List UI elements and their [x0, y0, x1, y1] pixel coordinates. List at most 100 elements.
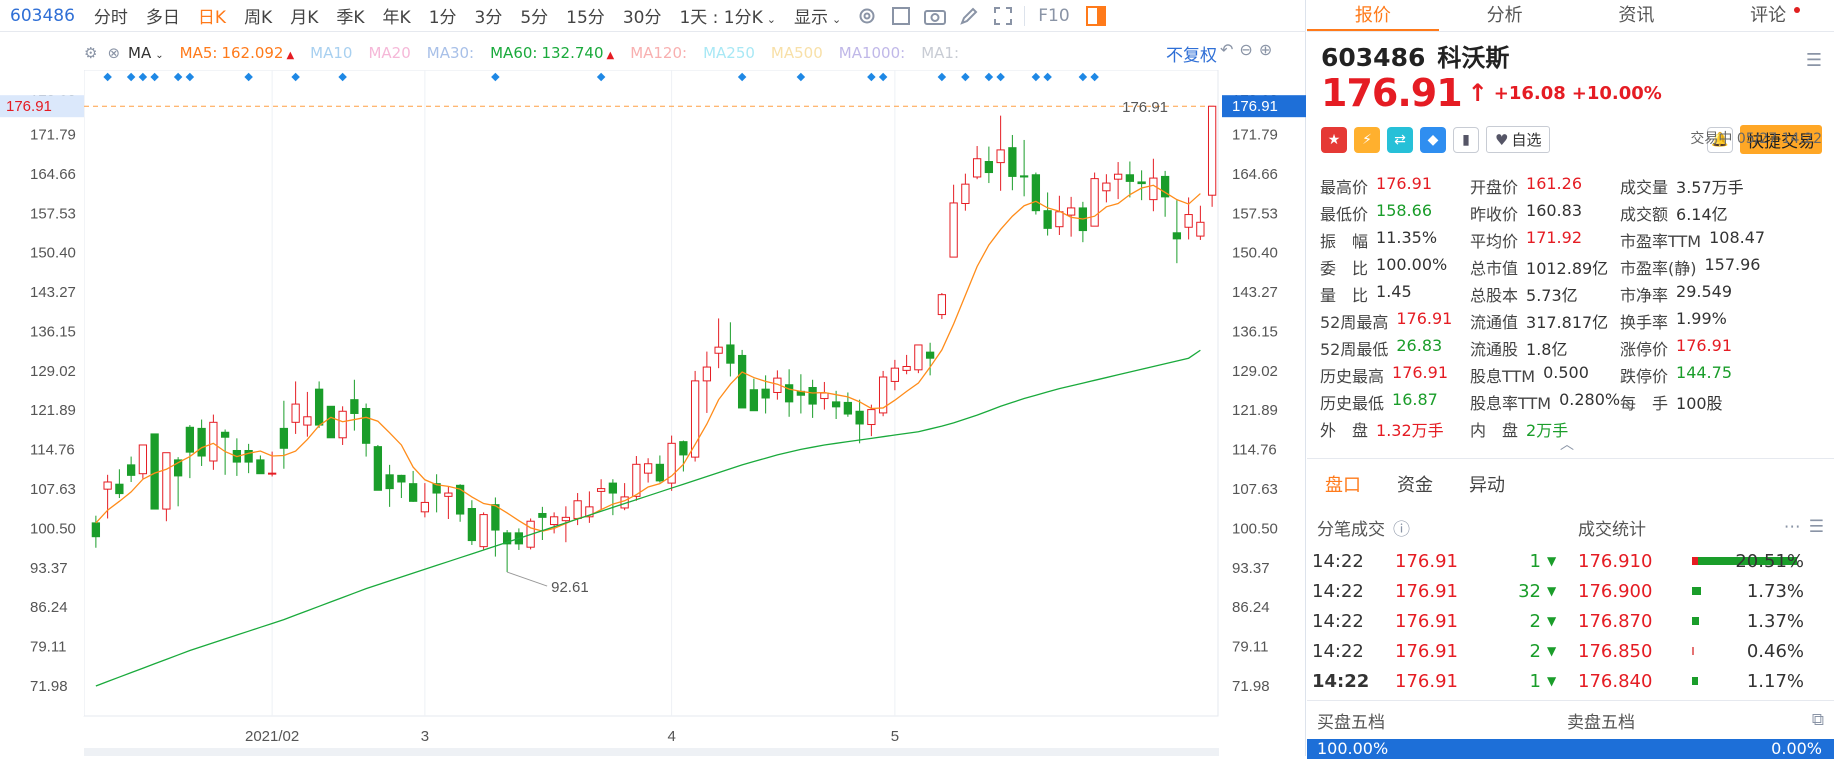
- event-marker[interactable]: [996, 72, 1005, 82]
- period-tab[interactable]: 15分: [557, 3, 614, 28]
- event-marker[interactable]: [1031, 72, 1041, 82]
- candle-body: [925, 351, 935, 359]
- period-tab[interactable]: 月K: [281, 3, 327, 28]
- event-marker[interactable]: [867, 72, 876, 82]
- period-tab[interactable]: 日K: [189, 3, 235, 28]
- section-tab[interactable]: 异动: [1451, 471, 1523, 497]
- watchlist-button[interactable]: ♥ 自选: [1486, 126, 1551, 153]
- candle-body: [115, 483, 124, 495]
- section-tab[interactable]: 盘口: [1307, 471, 1379, 497]
- combo-period-select[interactable]: 1天 : 1分K ⌄: [670, 3, 785, 28]
- ma-item[interactable]: MA20: [360, 44, 418, 62]
- fullscreen-icon[interactable]: [990, 3, 1016, 29]
- more-icon[interactable]: ⋯: [1784, 517, 1801, 537]
- undo-icon[interactable]: ↶: [1220, 40, 1233, 59]
- quote-value: 11.35%: [1376, 227, 1438, 247]
- ma-item[interactable]: MA60: 132.740 ▲: [482, 44, 622, 62]
- chart-scrollbar[interactable]: [84, 748, 1219, 756]
- lightning-icon[interactable]: ⚡: [1354, 126, 1380, 153]
- candle-body: [1125, 174, 1135, 182]
- ma-item[interactable]: MA30:: [419, 44, 482, 62]
- period-tab[interactable]: 年K: [374, 3, 420, 28]
- collapse-icon[interactable]: ︿: [1560, 434, 1574, 454]
- ma-item[interactable]: MA120:: [622, 44, 695, 62]
- tab-1[interactable]: 分析: [1439, 0, 1571, 31]
- ma-item[interactable]: MA10: [302, 44, 360, 62]
- tag-icon[interactable]: ◆: [1420, 126, 1446, 153]
- ma-item-label: MA5:: [179, 44, 218, 62]
- panel-menu-icon[interactable]: ☰: [1806, 50, 1822, 71]
- zoom-in-icon[interactable]: ⊕: [1259, 40, 1272, 59]
- ma-item[interactable]: MA1000:: [831, 44, 913, 62]
- candle-body: [373, 446, 383, 491]
- event-marker[interactable]: [291, 72, 300, 82]
- trade-price: 176.91: [1395, 610, 1458, 632]
- period-tab[interactable]: 5分: [511, 3, 557, 28]
- event-marker[interactable]: [596, 72, 606, 82]
- pen-icon[interactable]: [956, 3, 982, 29]
- period-tab[interactable]: 分时: [85, 3, 137, 28]
- event-marker[interactable]: [103, 72, 112, 82]
- list-icon[interactable]: ☰: [1809, 517, 1824, 537]
- quote-row: 振 幅 11.35% 平均价 171.92 市盈率TTM 108.47: [1320, 226, 1834, 253]
- event-marker[interactable]: [1043, 72, 1052, 82]
- period-tab[interactable]: 周K: [235, 3, 281, 28]
- event-marker[interactable]: [1078, 72, 1088, 82]
- event-marker[interactable]: [961, 72, 970, 82]
- section-tab[interactable]: 资金: [1379, 471, 1451, 497]
- bookmark-icon[interactable]: ▮: [1453, 126, 1479, 153]
- camera-icon[interactable]: [922, 3, 948, 29]
- event-marker[interactable]: [338, 72, 347, 82]
- tab-3[interactable]: 评论: [1702, 0, 1834, 31]
- period-tab[interactable]: 3分: [466, 3, 512, 28]
- zoom-out-icon[interactable]: ⊖: [1239, 40, 1252, 59]
- ma-item[interactable]: MA1:: [913, 44, 967, 62]
- event-marker[interactable]: [796, 72, 806, 82]
- event-marker[interactable]: [878, 72, 888, 82]
- event-marker[interactable]: [737, 72, 747, 82]
- y-tick-right: 129.02: [1232, 363, 1278, 380]
- notification-dot: [1794, 7, 1800, 13]
- event-marker[interactable]: [126, 72, 136, 82]
- flag-icon[interactable]: ★: [1321, 126, 1347, 153]
- event-marker[interactable]: [150, 72, 159, 82]
- candle-body: [1090, 178, 1099, 227]
- y-tick-left: 171.79: [30, 126, 76, 143]
- event-marker[interactable]: [173, 72, 183, 82]
- period-tab[interactable]: 多日: [137, 3, 189, 28]
- shuffle-icon[interactable]: ⇄: [1387, 126, 1413, 153]
- square-icon[interactable]: [888, 3, 914, 29]
- tab-label: 资讯: [1618, 5, 1655, 26]
- display-select[interactable]: 显示 ⌄: [785, 3, 850, 28]
- close-icon[interactable]: ⊗: [107, 44, 120, 62]
- event-marker[interactable]: [138, 72, 148, 82]
- period-tab[interactable]: 1分: [420, 3, 466, 28]
- candle-body: [643, 463, 653, 474]
- event-marker[interactable]: [1090, 72, 1099, 82]
- period-tab[interactable]: 季K: [327, 3, 373, 28]
- symbol-label[interactable]: 603486: [0, 6, 85, 26]
- period-tab[interactable]: 30分: [614, 3, 671, 28]
- event-marker[interactable]: [984, 72, 994, 82]
- f10-button[interactable]: F10: [1029, 6, 1078, 26]
- sidebar-toggle-icon[interactable]: [1083, 3, 1109, 29]
- tab-0[interactable]: 报价: [1307, 0, 1439, 31]
- book-settings-icon[interactable]: ⧉: [1812, 710, 1824, 730]
- trade-time: 14:22: [1312, 550, 1364, 572]
- ma-item[interactable]: MA500: [763, 44, 831, 62]
- tab-2[interactable]: 资讯: [1571, 0, 1703, 31]
- kline-chart[interactable]: 178.03178.03171.79171.79164.66164.66157.…: [0, 70, 1306, 756]
- help-icon[interactable]: ⓘ: [1393, 515, 1410, 540]
- gear-icon[interactable]: [854, 3, 880, 29]
- event-marker[interactable]: [244, 72, 253, 82]
- event-marker[interactable]: [491, 72, 500, 82]
- event-marker[interactable]: [185, 72, 195, 82]
- y-tick-right: 79.11: [1232, 639, 1268, 656]
- adjust-button[interactable]: 不复权: [1158, 41, 1225, 66]
- ma-item[interactable]: MA5: 162.092 ▲: [172, 44, 303, 62]
- indicator-select[interactable]: MA ⌄: [120, 44, 172, 62]
- gear-icon[interactable]: ⚙: [84, 44, 97, 62]
- ma-item[interactable]: MA250: [695, 44, 763, 62]
- chart-controls: ↶ ⊖ ⊕: [1220, 40, 1272, 59]
- event-marker[interactable]: [937, 72, 947, 82]
